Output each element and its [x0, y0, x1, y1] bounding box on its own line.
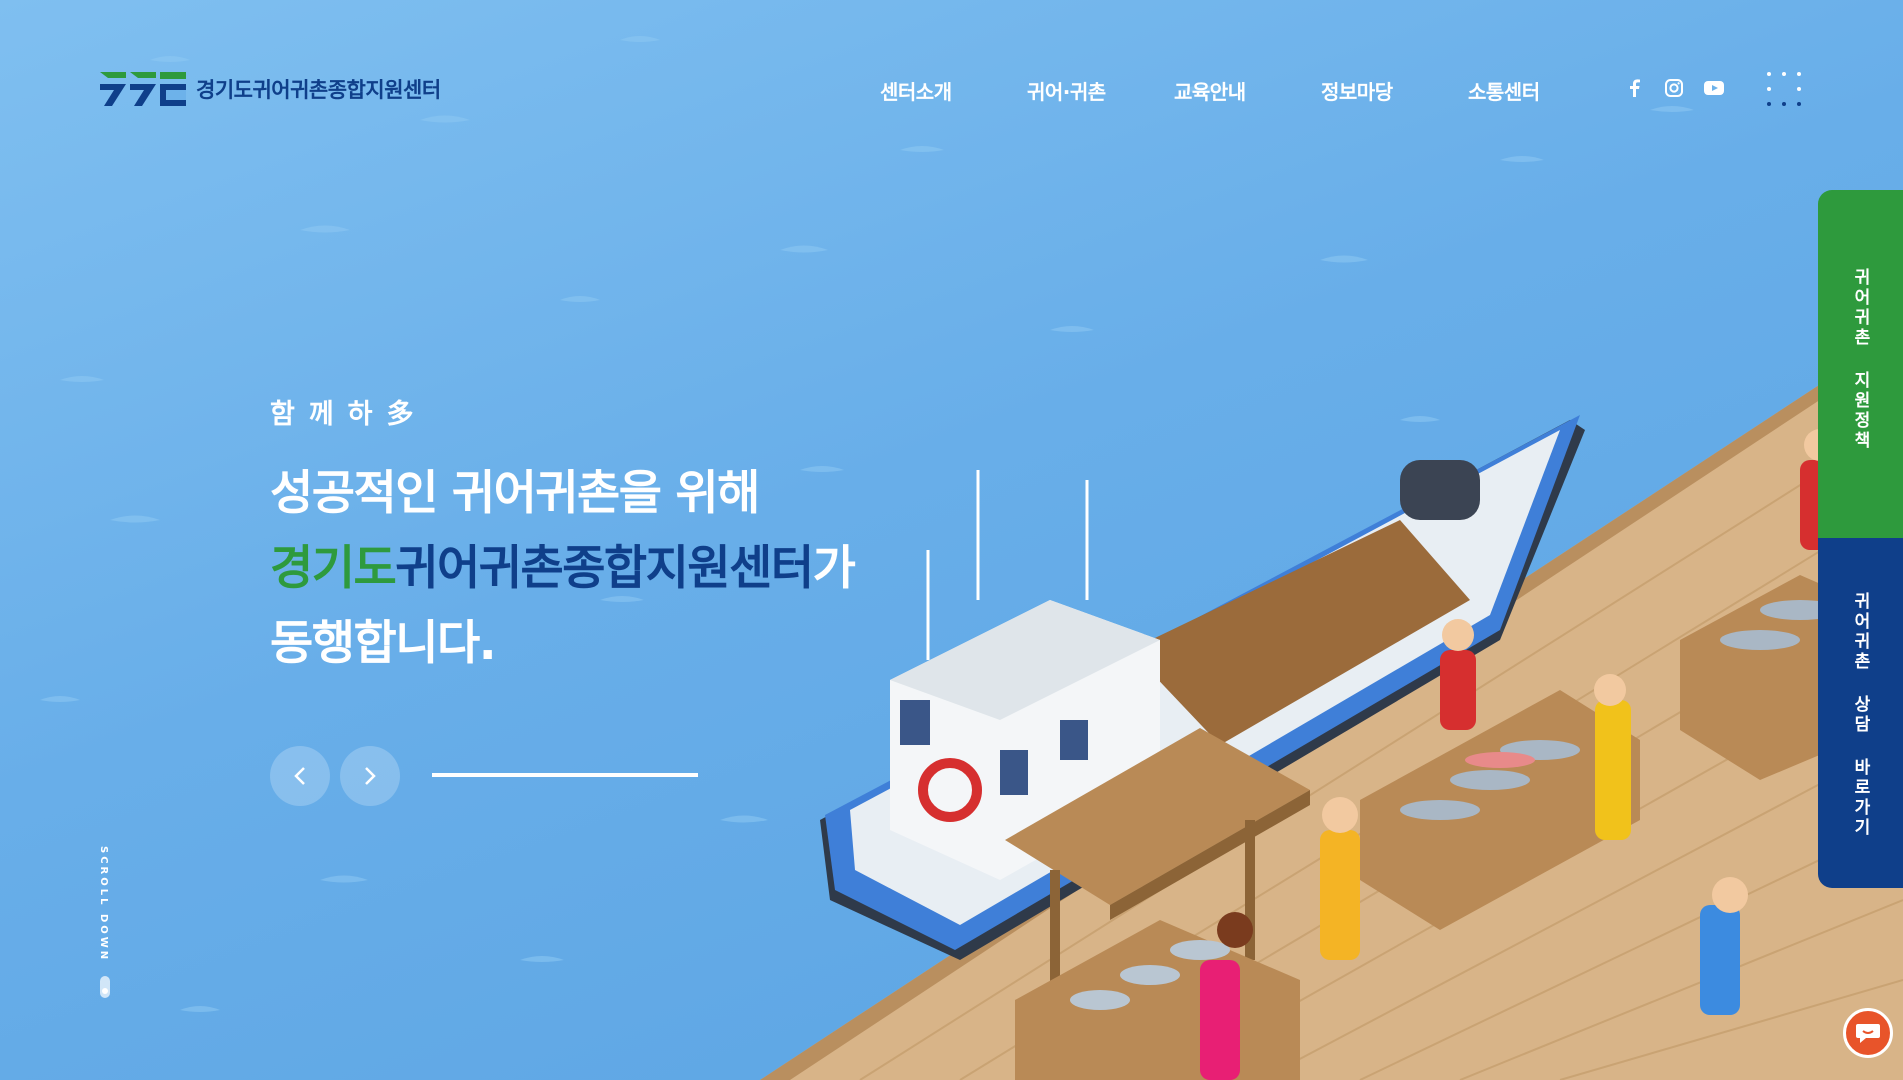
mouse-icon — [100, 976, 110, 999]
hero-headline: 성공적인 귀어귀촌을 위해 경기도귀어귀촌종합지원센터가 동행합니다. — [270, 456, 856, 681]
consultation-label: 귀어귀촌 상담 바로가기 — [1850, 592, 1870, 838]
hero-eyebrow: 함께하多 — [270, 399, 428, 430]
scroll-down-indicator[interactable]: SCROLL DOWN — [98, 846, 112, 999]
support-policy-label: 귀어귀촌 지원정책 — [1850, 268, 1870, 451]
hero-line-2: 경기도귀어귀촌종합지원센터가 — [270, 531, 856, 606]
scroll-down-label: SCROLL DOWN — [98, 846, 109, 963]
instagram-icon[interactable] — [1664, 78, 1684, 98]
hero-highlight-center: 귀어귀촌종합지원센터 — [395, 541, 814, 596]
nav-item-info[interactable]: 정보마당 — [1321, 76, 1468, 105]
youtube-icon[interactable] — [1704, 78, 1724, 98]
slide-progress-bar — [432, 773, 698, 777]
hero-line-2-end: 가 — [812, 541, 856, 596]
nav-item-center-intro[interactable]: 센터소개 — [880, 76, 1027, 105]
chevron-left-icon — [294, 767, 305, 785]
facebook-icon[interactable] — [1624, 78, 1644, 98]
chat-button[interactable] — [1843, 1008, 1893, 1058]
support-policy-tab[interactable]: 귀어귀촌 지원정책 — [1818, 190, 1903, 538]
all-menu-icon[interactable] — [1766, 71, 1802, 107]
slide-progress-fill — [432, 773, 698, 777]
nav-item-education[interactable]: 교육안내 — [1174, 76, 1321, 105]
nav-item-return-farming[interactable]: 귀어·귀촌 — [1027, 76, 1174, 105]
slider-controls — [270, 746, 400, 806]
hero-line-3: 동행합니다. — [270, 616, 497, 671]
prev-slide-button[interactable] — [270, 746, 330, 806]
nav-item-community[interactable]: 소통센터 — [1468, 76, 1615, 105]
site-logo[interactable]: 경기도귀어귀촌종합지원센터 — [100, 72, 441, 106]
site-name: 경기도귀어귀촌종합지원센터 — [196, 78, 441, 102]
logo-mark-icon — [100, 72, 186, 106]
hero-highlight-region: 경기도 — [270, 541, 397, 596]
next-slide-button[interactable] — [340, 746, 400, 806]
hero-line-1: 성공적인 귀어귀촌을 위해 — [270, 466, 760, 521]
social-links — [1624, 78, 1724, 98]
chevron-right-icon — [365, 767, 376, 785]
main-nav: 센터소개 귀어·귀촌 교육안내 정보마당 소통센터 — [880, 76, 1615, 105]
chat-icon — [1856, 1024, 1880, 1043]
consultation-tab[interactable]: 귀어귀촌 상담 바로가기 — [1818, 538, 1903, 888]
